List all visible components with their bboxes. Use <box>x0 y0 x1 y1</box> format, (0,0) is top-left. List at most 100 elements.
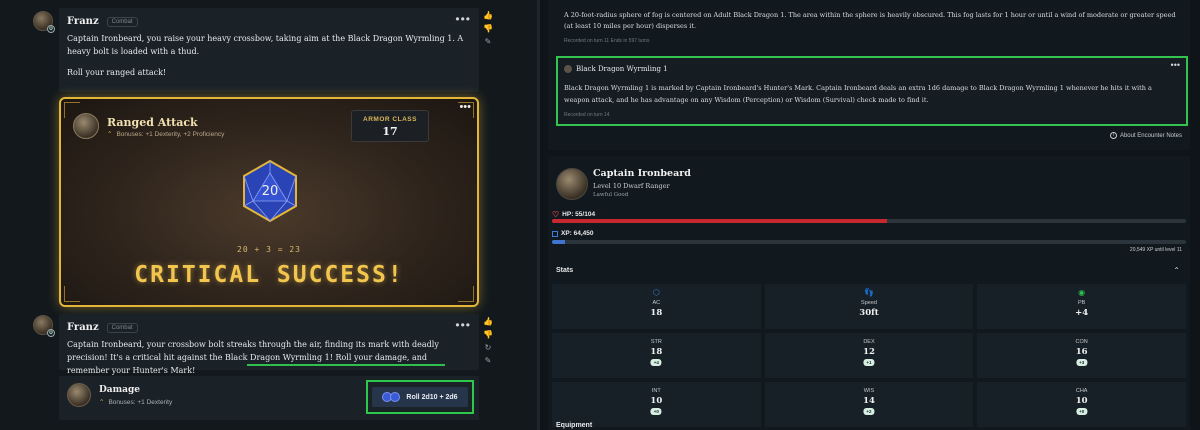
note-menu-icon[interactable]: ••• <box>1171 60 1180 70</box>
highlight-underline <box>247 364 445 366</box>
stat-int: INT 10 +0 <box>552 382 761 427</box>
stat-modifier: +2 <box>863 408 875 415</box>
message-actions: 👍 👎 ↻ ✎ <box>483 318 493 365</box>
heart-icon: ♡ <box>552 210 560 219</box>
damage-title: Damage <box>99 385 141 395</box>
ai-badge-icon: ⚙ <box>47 329 55 337</box>
thumbs-down-icon[interactable]: 👎 <box>483 331 493 339</box>
character-panel: Captain Ironbeard Level 10 Dwarf Ranger … <box>548 156 1190 430</box>
chevron-up-icon: ⌃ <box>99 399 105 406</box>
card-menu-icon[interactable]: ••• <box>459 101 471 113</box>
stat-label: PB <box>1077 300 1086 306</box>
stat-dex: DEX 12 +1 <box>764 333 974 378</box>
chevron-up-icon: ⌃ <box>107 131 113 138</box>
ranged-attack-card: Ranged Attack ⌃ Bonuses: +1 Dexterity, +2… <box>59 97 479 307</box>
proficiency-icon: ◉ <box>1078 288 1086 297</box>
stat-value: 18 <box>650 308 663 318</box>
damage-card: Damage ⌃ Bonuses: +1 Dexterity Roll 2d10 … <box>59 376 479 420</box>
armor-class-box: ARMOR CLASS 17 <box>351 110 429 142</box>
sidebar-pane: A 20-foot-radius sphere of fog is center… <box>540 0 1200 430</box>
stat-value: +4 <box>1075 308 1089 318</box>
stat-ac: ⬡ AC 18 <box>552 284 761 329</box>
stat-speed: 👣 Speed 30ft <box>764 284 974 329</box>
roll-result: CRITICAL SUCCESS! <box>134 262 404 288</box>
message-tag: Combat <box>106 16 138 27</box>
narrator-avatar: ⚙ <box>33 11 55 33</box>
stat-cha: CHA 10 +0 <box>977 382 1186 427</box>
die-value: 20 <box>262 184 279 199</box>
stat-value: 30ft <box>859 308 879 318</box>
chat-message: Franz Combat ••• Captain Ironbeard, your… <box>59 314 479 375</box>
equipment-heading[interactable]: Equipment <box>556 422 592 429</box>
edit-icon[interactable]: ✎ <box>485 357 492 365</box>
message-text: Roll your ranged attack! <box>67 68 167 77</box>
character-name: Captain Ironbeard <box>593 168 691 179</box>
note-text: Black Dragon Wyrmling 1 is marked by Cap… <box>564 84 1152 104</box>
creature-avatar-icon <box>564 65 572 73</box>
character-avatar <box>73 113 99 139</box>
armor-class-value: 17 <box>382 125 398 138</box>
xp-until-next: 20,549 XP until level 11 <box>1129 247 1182 253</box>
thumbs-down-icon[interactable]: 👎 <box>483 25 493 33</box>
regenerate-icon[interactable]: ↻ <box>485 344 492 352</box>
stat-label: CHA <box>1075 388 1088 394</box>
character-class: Level 10 Dwarf Ranger <box>593 182 670 190</box>
shield-icon: ⬡ <box>652 288 660 297</box>
chat-message: Franz Combat ••• Captain Ironbeard, you … <box>59 8 479 92</box>
hp-text: HP: 55/104 <box>562 211 596 218</box>
message-author: Franz <box>67 322 99 333</box>
thumbs-up-icon[interactable]: 👍 <box>483 318 493 326</box>
stat-pb: ◉ PB +4 <box>977 284 1186 329</box>
hp-label: ♡ HP: 55/104 <box>552 210 595 219</box>
xp-icon <box>552 230 558 237</box>
encounter-note-highlighted: Black Dragon Wyrmling 1 ••• Black Dragon… <box>556 56 1188 126</box>
stat-modifier: +4 <box>650 359 662 366</box>
message-actions: 👍 👎 ✎ <box>483 12 493 46</box>
message-menu-icon[interactable]: ••• <box>455 12 471 26</box>
chevron-up-icon[interactable]: ⌃ <box>1173 266 1180 275</box>
stat-modifier: +0 <box>650 408 662 415</box>
encounter-notes: A 20-foot-radius sphere of fog is center… <box>548 0 1190 150</box>
roll-damage-label: Roll 2d10 + 2d6 <box>406 393 458 401</box>
stats-heading[interactable]: Stats <box>556 267 573 274</box>
stat-label: WIS <box>863 388 875 394</box>
stat-label: DEX <box>863 339 875 345</box>
stat-modifier: +3 <box>1076 359 1088 366</box>
xp-bar <box>552 240 1186 244</box>
stat-label: AC <box>652 300 661 306</box>
xp-text: XP: 64,450 <box>561 230 594 237</box>
stat-label: Speed <box>861 300 877 306</box>
thumbs-up-icon[interactable]: 👍 <box>483 12 493 20</box>
message-menu-icon[interactable]: ••• <box>455 318 471 332</box>
roll-damage-button[interactable]: Roll 2d10 + 2d6 <box>372 387 468 407</box>
info-icon: i <box>1109 132 1117 139</box>
armor-class-label: ARMOR CLASS <box>363 116 417 123</box>
ai-badge-icon: ⚙ <box>47 25 55 33</box>
chat-pane: ⚙ Franz Combat ••• Captain Ironbeard, yo… <box>0 0 540 430</box>
roll-damage-highlight: Roll 2d10 + 2d6 <box>366 380 474 414</box>
damage-bonuses: ⌃ Bonuses: +1 Dexterity <box>99 398 172 406</box>
stat-modifier: +0 <box>1076 408 1088 415</box>
edit-icon[interactable]: ✎ <box>485 38 492 46</box>
attack-bonus-text: Bonuses: +1 Dexterity, +2 Proficiency <box>116 131 225 138</box>
stats-grid: ⬡ AC 18 👣 Speed 30ft ◉ PB +4 STR 18 +4 D… <box>552 284 1186 427</box>
character-alignment: Lawful Good <box>593 192 629 198</box>
stat-label: CON <box>1075 339 1088 345</box>
xp-bar-fill <box>552 240 565 244</box>
character-avatar <box>67 383 91 407</box>
hp-bar-fill <box>552 219 888 223</box>
stat-value: 16 <box>1075 347 1088 357</box>
stat-con: CON 16 +3 <box>977 333 1186 378</box>
attack-bonuses: ⌃ Bonuses: +1 Dexterity, +2 Proficiency <box>107 130 224 138</box>
stat-value: 14 <box>863 396 875 406</box>
dice-icon <box>382 392 401 402</box>
stat-value: 18 <box>650 347 663 357</box>
about-encounter-notes-link[interactable]: i About Encounter Notes <box>1109 132 1182 139</box>
note-text: A 20-foot-radius sphere of fog is center… <box>564 11 1176 30</box>
xp-label: XP: 64,450 <box>552 230 594 237</box>
message-author: Franz <box>67 16 99 27</box>
narrator-avatar: ⚙ <box>33 315 55 337</box>
stat-label: INT <box>651 388 661 394</box>
message-text: Captain Ironbeard, you raise your heavy … <box>67 34 464 56</box>
stat-value: 12 <box>863 347 875 357</box>
